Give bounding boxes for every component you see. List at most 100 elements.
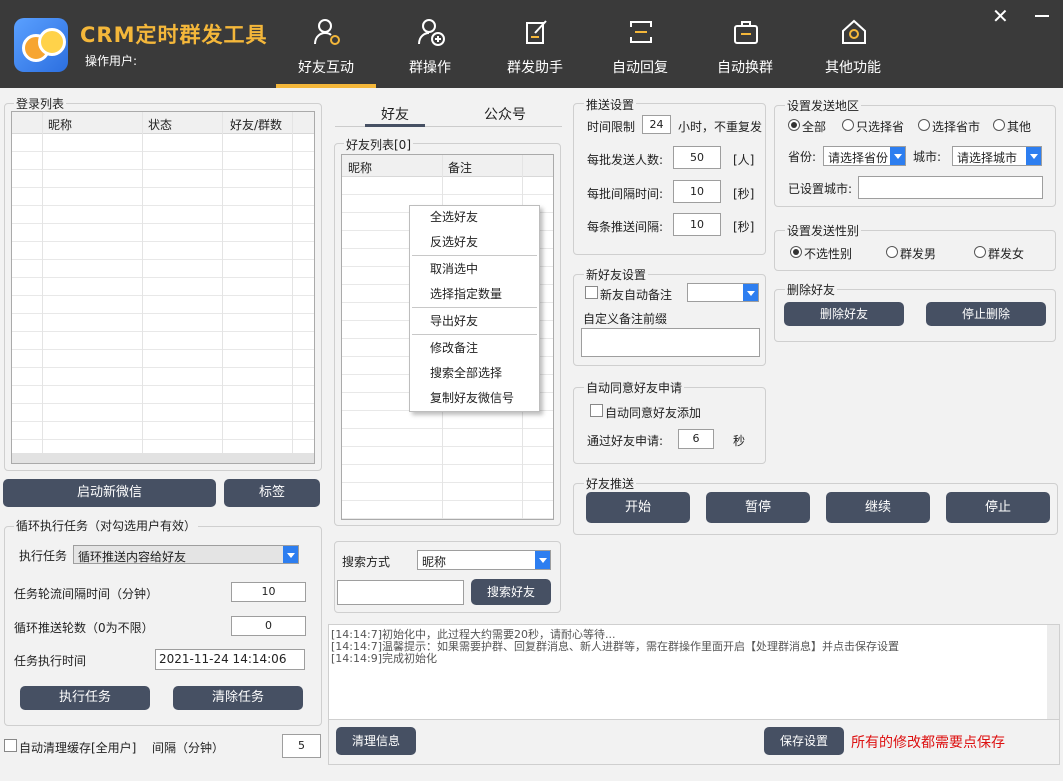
app-title: CRM定时群发工具 xyxy=(80,23,268,47)
title-bar: CRM定时群发工具 操作用户: 好友互动 群操作 群发助手 自动回复 自动换群 … xyxy=(0,0,1063,88)
execute-task-button[interactable]: 执行任务 xyxy=(20,686,150,710)
menu-item-select-count[interactable]: 选择指定数量 xyxy=(430,285,502,302)
table-header: 昵称 状态 好友/群数 xyxy=(12,112,314,134)
city-select[interactable]: 请选择城市 xyxy=(952,146,1042,166)
auto-clear-checkbox[interactable] xyxy=(4,739,17,752)
vertical-scrollbar[interactable] xyxy=(1047,625,1059,719)
auto-clear-interval-input[interactable]: 5 xyxy=(282,734,321,758)
search-mode-select[interactable]: 昵称 xyxy=(417,550,551,570)
auto-clear-label: 自动清理缓存[全用户] xyxy=(19,741,137,755)
push-continue-button[interactable]: 继续 xyxy=(826,492,930,523)
delete-friend-button[interactable]: 删除好友 xyxy=(784,302,904,326)
region-radio-all[interactable] xyxy=(788,119,800,131)
nav-label: 好友互动 xyxy=(298,60,354,76)
menu-item-edit-remark[interactable]: 修改备注 xyxy=(430,339,478,356)
menu-item-deselect[interactable]: 取消选中 xyxy=(430,260,478,277)
search-input[interactable] xyxy=(337,580,464,605)
gender-radio-female[interactable] xyxy=(974,246,986,258)
login-list-table[interactable]: 昵称 状态 好友/群数 xyxy=(11,111,315,464)
auto-remark-select[interactable] xyxy=(687,283,759,302)
nav-tab-broadcast-helper[interactable]: 群发助手 xyxy=(485,0,585,88)
region-title: 设置发送地区 xyxy=(785,97,862,114)
batch-input[interactable]: 50 xyxy=(673,146,721,169)
chevron-down-icon xyxy=(890,147,905,165)
tab-active-indicator xyxy=(365,124,425,127)
nav-tab-auto-switch-group[interactable]: 自动换群 xyxy=(695,0,795,88)
auto-accept-checkbox[interactable] xyxy=(590,404,603,417)
pass-request-unit: 秒 xyxy=(733,434,746,448)
chevron-down-icon xyxy=(283,546,298,563)
nav-tab-other-functions[interactable]: 其他功能 xyxy=(803,0,903,88)
each-interval-input[interactable]: 10 xyxy=(673,213,721,236)
province-select[interactable]: 请选择省份 xyxy=(823,146,906,166)
city-select-value: 请选择城市 xyxy=(957,151,1018,165)
log-panel[interactable]: [14:14:7]初始化中，此过程大约需要20秒，请耐心等待... [14:14… xyxy=(328,624,1060,720)
horizontal-scrollbar[interactable] xyxy=(12,453,314,463)
menu-item-export-friends[interactable]: 导出好友 xyxy=(430,312,478,329)
remark-prefix-input[interactable] xyxy=(581,328,760,357)
push-pause-button[interactable]: 暂停 xyxy=(706,492,810,523)
nav-tab-auto-reply[interactable]: 自动回复 xyxy=(590,0,690,88)
task-label: 执行任务 xyxy=(19,549,68,563)
exec-time-label: 任务执行时间 xyxy=(14,654,87,668)
column-header: 状态 xyxy=(148,118,173,132)
search-mode-value: 昵称 xyxy=(422,555,447,569)
menu-item-select-all[interactable]: 全选好友 xyxy=(430,208,478,225)
tag-button[interactable]: 标签 xyxy=(224,479,320,507)
nav-label: 群发助手 xyxy=(507,60,563,76)
region-radio-other[interactable] xyxy=(993,119,1005,131)
push-stop-button[interactable]: 停止 xyxy=(946,492,1050,523)
rounds-input[interactable]: 0 xyxy=(231,616,306,636)
chevron-down-icon xyxy=(1026,147,1041,165)
menu-item-invert-selection[interactable]: 反选好友 xyxy=(430,233,478,250)
gender-radio-none[interactable] xyxy=(790,246,802,258)
batch-label: 每批发送人数: xyxy=(587,153,664,167)
start-new-wechat-button[interactable]: 启动新微信 xyxy=(3,479,216,507)
pass-request-input[interactable]: 6 xyxy=(678,429,714,449)
rounds-label: 循环推送轮数（0为不限） xyxy=(14,621,154,635)
province-select-value: 请选择省份 xyxy=(828,151,889,165)
auto-accept-label: 自动同意好友添加 xyxy=(605,406,702,420)
each-interval-label: 每条推送间隔: xyxy=(587,220,664,234)
nav-tab-group-ops[interactable]: 群操作 xyxy=(380,0,480,88)
friend-push-title: 好友推送 xyxy=(584,475,637,492)
auto-accept-title: 自动同意好友申请 xyxy=(584,379,685,396)
new-friend-title: 新好友设置 xyxy=(584,266,649,283)
edit-doc-icon xyxy=(526,20,547,44)
time-limit-suffix: 小时，不重复发 xyxy=(678,120,763,134)
interval-input[interactable]: 10 xyxy=(231,582,306,602)
auto-remark-checkbox[interactable] xyxy=(585,286,598,299)
push-start-button[interactable]: 开始 xyxy=(586,492,690,523)
task-select-value: 循环推送内容给好友 xyxy=(78,550,187,564)
gender-radio-male[interactable] xyxy=(886,246,898,258)
region-radio-province[interactable] xyxy=(842,119,854,131)
minimize-icon[interactable] xyxy=(1035,15,1049,17)
tab-public-account[interactable]: 公众号 xyxy=(484,104,526,124)
batch-interval-input[interactable]: 10 xyxy=(673,180,721,203)
interval-label: 任务轮流间隔时间（分钟） xyxy=(14,587,159,601)
tab-friends[interactable]: 好友 xyxy=(381,104,409,124)
login-list-title: 登录列表 xyxy=(14,95,67,112)
region-radio-province-city[interactable] xyxy=(918,119,930,131)
nav-label: 其他功能 xyxy=(825,60,881,76)
save-settings-button[interactable]: 保存设置 xyxy=(764,727,844,755)
close-icon[interactable]: ✕ xyxy=(992,6,1009,26)
column-header: 备注 xyxy=(448,161,473,175)
time-limit-input[interactable]: 24 xyxy=(642,115,671,134)
menu-item-copy-wechat-id[interactable]: 复制好友微信号 xyxy=(430,389,514,406)
friend-context-menu: 全选好友 反选好友 取消选中 选择指定数量 导出好友 修改备注 搜索全部选择 复… xyxy=(409,205,540,412)
stop-delete-button[interactable]: 停止删除 xyxy=(926,302,1046,326)
auto-clear-interval-label: 间隔（分钟） xyxy=(152,741,225,755)
nav-tab-friend-interaction[interactable]: 好友互动 xyxy=(276,0,376,88)
search-friends-button[interactable]: 搜索好友 xyxy=(471,579,551,605)
menu-item-search-select-all[interactable]: 搜索全部选择 xyxy=(430,364,502,381)
push-settings-title: 推送设置 xyxy=(584,96,637,113)
gender-option-label: 不选性别 xyxy=(804,247,853,261)
set-city-input[interactable] xyxy=(858,176,1043,199)
clear-info-button[interactable]: 清理信息 xyxy=(336,727,416,755)
clear-task-button[interactable]: 清除任务 xyxy=(173,686,303,710)
task-select[interactable]: 循环推送内容给好友 xyxy=(73,545,299,564)
auto-reply-icon xyxy=(630,21,652,43)
exec-time-input[interactable]: 2021-11-24 14:14:06 xyxy=(155,649,305,670)
nav-label: 群操作 xyxy=(409,60,451,76)
